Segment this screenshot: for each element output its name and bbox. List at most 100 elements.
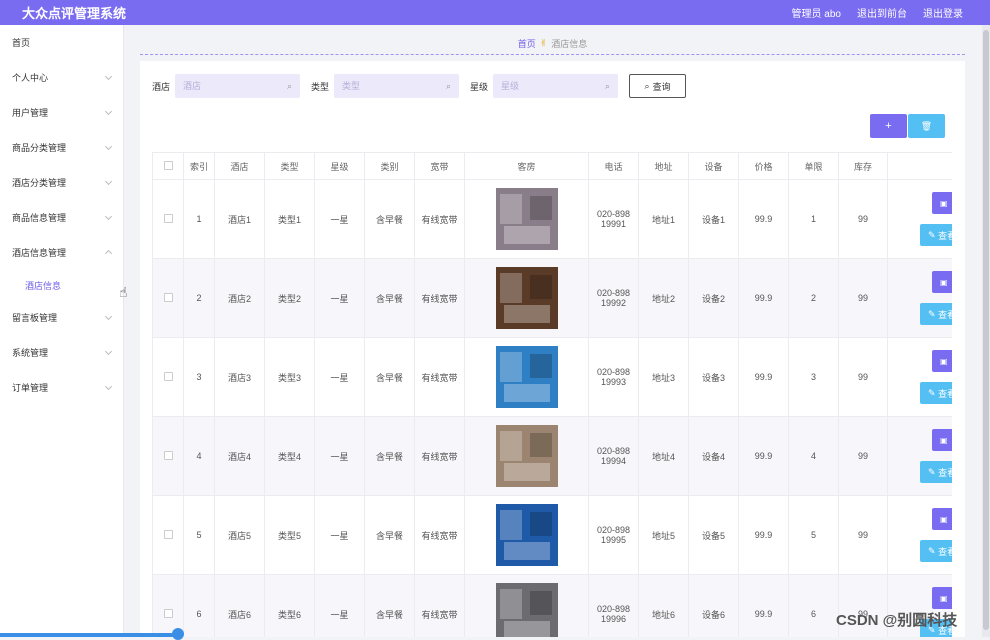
star-label: 星级 <box>470 81 489 92</box>
row-checkbox[interactable] <box>152 337 184 417</box>
view-button[interactable]: ✎ 查看 <box>920 461 952 483</box>
detail-button[interactable]: ▣ <box>932 271 952 293</box>
sidebar-item-home[interactable]: 首页 <box>0 25 123 60</box>
select-all-checkbox[interactable] <box>152 152 184 180</box>
cell-ops: ▣ ✎ 查看 <box>887 258 952 338</box>
detail-button[interactable]: ▣ <box>932 429 952 451</box>
room-photo[interactable] <box>495 346 558 408</box>
table-row: 3 酒店3 类型3 一星 含早餐 有线宽带 020-898 19993 地址3 设备3 99.9 3 9… <box>152 337 952 417</box>
cell-category: 含早餐 <box>364 416 415 496</box>
cell-address: 地址5 <box>638 495 689 575</box>
cell-category: 含早餐 <box>364 495 415 575</box>
edit-icon: ✎ <box>928 387 936 398</box>
table-row: 5 酒店5 类型5 一星 含早餐 有线宽带 020-898 19995 地址5 设备5 99.9 5 9… <box>152 495 952 575</box>
page-scrollbar-thumb[interactable] <box>983 30 989 630</box>
user-label: 管理员 abo <box>791 9 841 20</box>
cell-stock: 99 <box>838 179 888 259</box>
cell-type: 类型4 <box>264 416 315 496</box>
room-photo[interactable] <box>495 425 558 487</box>
sidebar-item-profile[interactable]: 个人中心 <box>0 60 123 95</box>
detail-button[interactable]: ▣ <box>932 587 952 609</box>
cell-broadband: 有线宽带 <box>414 258 465 338</box>
room-photo[interactable] <box>495 504 558 566</box>
chevron-down-icon <box>104 347 113 355</box>
cell-star: 一星 <box>314 179 365 259</box>
sidebar-item-users[interactable]: 用户管理 <box>0 95 123 130</box>
cell-broadband: 有线宽带 <box>414 179 465 259</box>
table-body: 1 酒店1 类型1 一星 含早餐 有线宽带 020-898 19991 地址1 设备1 99.9 1 9… <box>152 179 952 637</box>
cell-limit: 1 <box>788 179 839 259</box>
view-button[interactable]: ✎ 查看 <box>920 382 952 404</box>
col-header: 类别 <box>364 152 415 180</box>
app-title: 大众点评管理系统 <box>22 6 127 21</box>
content-card: 酒店 ⌕ 类型 ⌕ 星级 ⌕ ⌕ 查询 + 🗑 <box>140 61 965 637</box>
cell-broadband: 有线宽带 <box>414 574 465 637</box>
cell-ops: ▣ ✎ 查看 <box>887 337 952 417</box>
cell-limit: 3 <box>788 337 839 417</box>
sidebar-item-hotel-info[interactable]: 酒店信息管理 <box>0 235 123 270</box>
cell-price: 99.9 <box>738 258 789 338</box>
delete-button[interactable]: 🗑 <box>908 114 945 138</box>
view-button[interactable]: ✎ 查看 <box>920 224 952 246</box>
sidebar-item-messages[interactable]: 留言板管理 <box>0 300 123 335</box>
hotel-search-input[interactable] <box>183 81 274 91</box>
cell-index: 5 <box>183 495 215 575</box>
cell-category: 含早餐 <box>364 258 415 338</box>
logout-link[interactable]: 退出登录 <box>923 5 963 20</box>
chevron-down-icon <box>104 72 113 80</box>
type-search-input[interactable] <box>342 81 433 91</box>
view-button[interactable]: ✎ 查看 <box>920 540 952 562</box>
query-button[interactable]: ⌕ 查询 <box>629 74 687 98</box>
frontend-link[interactable]: 退出到前台 <box>857 5 907 20</box>
cell-index: 2 <box>183 258 215 338</box>
cell-ops: ▣ ✎ 查看 <box>887 179 952 259</box>
cell-price: 99.9 <box>738 337 789 417</box>
col-header: 酒店 <box>214 152 265 180</box>
sidebar-item-system[interactable]: 系统管理 <box>0 335 123 370</box>
room-photo[interactable] <box>495 267 558 329</box>
cell-category: 含早餐 <box>364 574 415 637</box>
row-checkbox[interactable] <box>152 179 184 259</box>
detail-button[interactable]: ▣ <box>932 350 952 372</box>
cell-phone: 020-898 19991 <box>588 179 639 259</box>
cell-stock: 99 <box>838 258 888 338</box>
cell-stock: 99 <box>838 416 888 496</box>
hotel-table: 索引 酒店 类型 星级 类别 宽带 客房 电话 地址 设备 价格 单限 库存 1… <box>152 152 952 637</box>
sidebar-item-goods-category[interactable]: 商品分类管理 <box>0 130 123 165</box>
cell-room-photo <box>464 495 589 575</box>
add-button[interactable]: + <box>870 114 907 138</box>
table-row: 1 酒店1 类型1 一星 含早餐 有线宽带 020-898 19991 地址1 设备1 99.9 1 9… <box>152 179 952 259</box>
type-search-field[interactable]: ⌕ <box>334 74 460 98</box>
sidebar-item-goods-info[interactable]: 商品信息管理 <box>0 200 123 235</box>
thumb-icon: ✌ <box>539 38 548 48</box>
cell-phone: 020-898 19993 <box>588 337 639 417</box>
cell-hotel: 酒店5 <box>214 495 265 575</box>
room-photo[interactable] <box>495 188 558 250</box>
sidebar-item-hotel-category[interactable]: 酒店分类管理 <box>0 165 123 200</box>
detail-button[interactable]: ▣ <box>932 508 952 530</box>
hotel-search-field[interactable]: ⌕ <box>175 74 301 98</box>
breadcrumb: 首页 ✌ 酒店信息 <box>140 33 965 55</box>
cell-ops: ▣ ✎ 查看 <box>887 495 952 575</box>
row-checkbox[interactable] <box>152 258 184 338</box>
star-search-input[interactable] <box>501 81 592 91</box>
cell-room-photo <box>464 416 589 496</box>
room-photo[interactable] <box>495 583 558 637</box>
edit-icon: ✎ <box>928 229 936 240</box>
cell-category: 含早餐 <box>364 179 415 259</box>
chevron-down-icon <box>104 177 113 185</box>
cell-limit: 6 <box>788 574 839 637</box>
table-header-row: 索引 酒店 类型 星级 类别 宽带 客房 电话 地址 设备 价格 单限 库存 <box>152 152 952 180</box>
search-icon: ⌕ <box>644 80 650 91</box>
detail-button[interactable]: ▣ <box>932 192 952 214</box>
col-header: 库存 <box>838 152 888 180</box>
view-button[interactable]: ✎ 查看 <box>920 303 952 325</box>
star-search-field[interactable]: ⌕ <box>493 74 619 98</box>
col-header: 电话 <box>588 152 639 180</box>
edit-icon: ✎ <box>928 308 936 319</box>
breadcrumb-home[interactable]: 首页 <box>518 37 536 50</box>
sidebar-subitem-hotel-info[interactable]: 酒店信息 <box>0 270 123 300</box>
row-checkbox[interactable] <box>152 416 184 496</box>
row-checkbox[interactable] <box>152 495 184 575</box>
sidebar-item-orders[interactable]: 订单管理 <box>0 370 123 405</box>
